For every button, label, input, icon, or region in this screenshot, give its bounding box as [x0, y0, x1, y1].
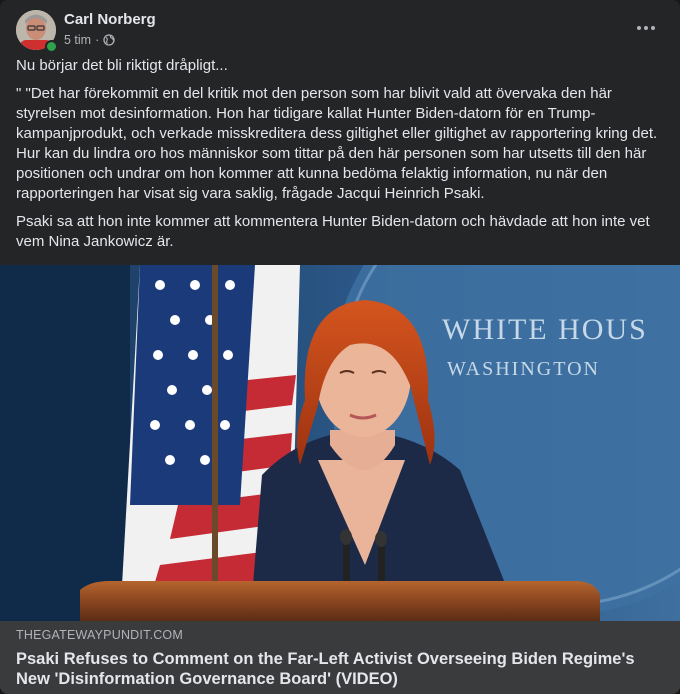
post-header: Carl Norberg 5 tim ·	[16, 10, 664, 53]
more-horizontal-icon	[637, 26, 641, 30]
sign-text-line2: WASHINGTON	[447, 358, 600, 380]
post-timestamp[interactable]: 5 tim	[64, 33, 91, 47]
link-preview-card[interactable]: THEGATEWAYPUNDIT.COM Psaki Refuses to Co…	[0, 621, 680, 694]
post-text: Nu börjar det bli riktigt dråpligt... " …	[16, 56, 664, 260]
more-dot	[644, 26, 648, 30]
facebook-post: Carl Norberg 5 tim · Nu börjar det bli r…	[0, 0, 680, 694]
post-author-name[interactable]: Carl Norberg	[64, 11, 156, 28]
post-paragraph: Psaki sa att hon inte kommer att komment…	[16, 213, 650, 250]
post-paragraph: Nu börjar det bli riktigt dråpligt...	[16, 57, 228, 74]
online-status-indicator	[45, 40, 58, 53]
post-meta: 5 tim ·	[64, 33, 115, 47]
press-briefing-photo: WHITE HOUS WASHINGTON	[0, 265, 680, 621]
meta-separator: ·	[95, 33, 100, 47]
globe-icon	[103, 34, 115, 46]
more-dot	[651, 26, 655, 30]
more-options-button[interactable]	[628, 16, 664, 40]
link-domain: THEGATEWAYPUNDIT.COM	[16, 628, 183, 642]
link-title[interactable]: Psaki Refuses to Comment on the Far-Left…	[16, 649, 656, 689]
link-preview-image[interactable]: WHITE HOUS WASHINGTON	[0, 265, 680, 621]
post-paragraph: " "Det har förekommit en del kritik mot …	[16, 85, 658, 202]
sign-text-line1: WHITE HOUS	[442, 313, 648, 346]
